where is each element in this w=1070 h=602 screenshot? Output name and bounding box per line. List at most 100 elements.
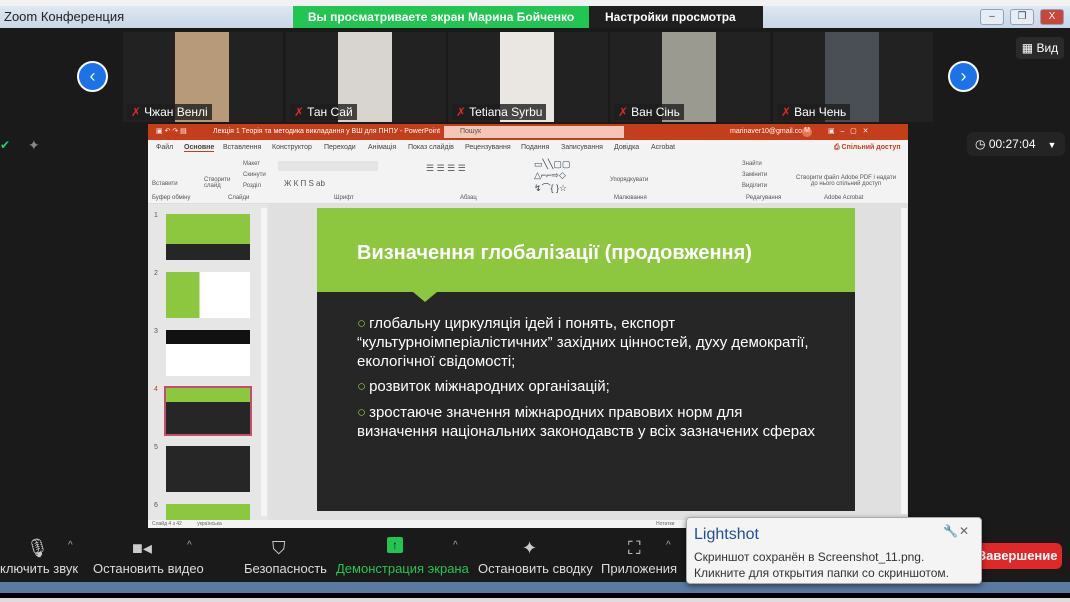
end-meeting-button[interactable]: Завершение <box>972 543 1062 569</box>
font-name-select[interactable] <box>278 161 378 171</box>
tab-slideshow[interactable]: Показ слайдів <box>408 144 454 151</box>
participant-tile[interactable]: ✗ Ван Сінь <box>610 32 770 122</box>
caret-up-icon[interactable]: ^ <box>187 540 192 551</box>
thumb-number: 2 <box>154 270 158 277</box>
paste-button[interactable]: Вставити <box>152 181 178 187</box>
slide-thumbnail[interactable] <box>166 214 250 260</box>
section-button[interactable]: Розділ <box>243 183 261 189</box>
lock-icon: ⎙ <box>834 144 842 151</box>
quick-access-icons[interactable]: ▣ ↶ ↷ ▤ <box>156 127 187 135</box>
window-controls[interactable]: ▣ – ▢ ✕ <box>828 127 869 135</box>
slide-bullet: ○ зростаюче значення міжнародних правових… <box>357 403 817 441</box>
group-adobe: Adobe Acrobat <box>824 195 864 201</box>
shield-icon[interactable]: ⛉ <box>272 538 286 559</box>
tab-insert[interactable]: Вставлення <box>223 144 261 151</box>
avatar[interactable]: M <box>802 127 812 137</box>
apps-button[interactable]: Приложения <box>601 561 677 576</box>
thumbnail-scrollbar[interactable] <box>261 208 267 516</box>
group-drawing: Малювання <box>614 195 647 201</box>
tab-animations[interactable]: Анімація <box>368 144 396 151</box>
minimize-button[interactable]: – <box>980 9 1004 25</box>
tab-review[interactable]: Рецензування <box>465 144 511 151</box>
view-settings-button[interactable]: Настройки просмотра ⌄ <box>589 6 763 46</box>
paragraph-buttons[interactable]: ☰ ☰ ☰ ☰ <box>426 163 466 174</box>
bullet-text: глобальну циркуляція ідей і понять, експ… <box>357 315 809 370</box>
participant-tile[interactable]: ✗ Tetiana Syrbu <box>448 32 608 122</box>
stop-video-button[interactable]: Остановить видео <box>93 561 204 576</box>
app-title: Zoom Конференция <box>4 9 125 24</box>
apps-icon[interactable]: ⛶ <box>628 538 641 559</box>
tab-file[interactable]: Файл <box>156 144 173 151</box>
meeting-timer[interactable]: ◷ 00:27:04 ▼ <box>967 132 1065 156</box>
slide-scrollbar[interactable] <box>901 208 907 514</box>
mic-muted-icon: ✗ <box>618 105 629 119</box>
slide-header: Визначення глобалізації (продовження) <box>317 208 855 292</box>
thumb-number: 4 <box>154 386 158 393</box>
tab-transitions[interactable]: Переходи <box>324 144 356 151</box>
notes-button[interactable]: Нотатки <box>656 520 674 528</box>
participant-tile[interactable]: ✗ Ван Чень <box>773 32 933 122</box>
share-screen-button[interactable]: Демонстрация экрана <box>336 561 469 576</box>
new-slide-button[interactable]: Створити слайд <box>204 177 234 189</box>
close-icon[interactable]: ✕ <box>959 524 969 538</box>
lightshot-notification[interactable]: Lightshot 🔧 ✕ Скриншот сохранён в Screen… <box>686 517 982 584</box>
wrench-icon[interactable]: 🔧 <box>943 524 958 538</box>
close-button[interactable]: X <box>1040 9 1064 25</box>
document-title: Лекція 1 Теорія та методика викладання у… <box>213 128 441 135</box>
participant-name: Ван Сінь <box>631 105 680 119</box>
tab-record[interactable]: Записування <box>561 144 603 151</box>
tab-home[interactable]: Основне <box>184 144 215 152</box>
slide-thumbnail[interactable] <box>166 330 250 376</box>
tab-help[interactable]: Довідка <box>614 144 639 151</box>
font-format-buttons[interactable]: Ж К П S ab <box>284 179 325 188</box>
tab-design[interactable]: Конструктор <box>272 144 312 151</box>
select-button[interactable]: Виділити <box>742 183 767 189</box>
shared-powerpoint-window: ▣ ↶ ↷ ▤ Лекція 1 Теорія та методика викл… <box>148 124 908 528</box>
chevron-right-icon: › <box>960 66 967 86</box>
screen-bottom <box>0 598 1070 602</box>
arrange-button[interactable]: Упорядкувати <box>610 177 648 183</box>
security-button[interactable]: Безопасность <box>244 561 327 576</box>
caret-up-icon[interactable]: ^ <box>666 540 671 551</box>
prev-page-button[interactable]: ‹ <box>77 61 108 92</box>
participant-tile[interactable]: ✗ Чжан Венлі <box>123 32 283 122</box>
reset-button[interactable]: Скинути <box>243 172 266 178</box>
tab-view[interactable]: Подання <box>521 144 549 151</box>
tab-acrobat[interactable]: Acrobat <box>651 144 675 151</box>
participant-tile[interactable]: ✗ Тан Сай <box>286 32 446 122</box>
current-slide: Визначення глобалізації (продовження) ○ г… <box>317 208 855 511</box>
sparkle-icon[interactable]: ✦ <box>28 137 40 154</box>
share-button[interactable]: ⎙ Спільний доступ <box>834 144 901 152</box>
mic-muted-icon: ✗ <box>131 105 142 119</box>
restore-button[interactable]: ❐ <box>1010 9 1034 25</box>
find-button[interactable]: Знайти <box>742 161 762 167</box>
search-placeholder: Пошук <box>460 128 482 135</box>
search-box[interactable]: Пошук <box>444 126 624 138</box>
slide-thumbnail[interactable] <box>166 272 250 318</box>
next-page-button[interactable]: › <box>948 61 979 92</box>
replace-button[interactable]: Замінити <box>742 172 767 178</box>
mic-muted-icon[interactable]: 🎙 <box>26 538 49 559</box>
chevron-left-icon: ‹ <box>89 66 96 86</box>
layout-button[interactable]: Макет <box>243 161 260 167</box>
mic-muted-icon: ✗ <box>294 105 305 119</box>
share-banner: Вы просматриваете экран Марина Бойченко <box>293 6 589 28</box>
toast-message[interactable]: Скриншот сохранён в Screenshot_11.png. К… <box>694 549 978 581</box>
shapes-gallery[interactable]: ▭╲╲▢▢ △⌐⌐⇨◇ ↯⌒{ }☆ <box>534 159 570 194</box>
view-label: Вид <box>1036 41 1059 55</box>
summary-icon[interactable]: ✦ <box>522 538 537 559</box>
caret-down-icon: ▼ <box>1047 140 1057 150</box>
slide-thumbnail-selected[interactable] <box>164 386 252 436</box>
stop-summary-button[interactable]: Остановить сводку <box>478 561 593 576</box>
caret-up-icon[interactable]: ^ <box>68 540 73 551</box>
slide-thumbnail[interactable] <box>166 504 250 520</box>
slide-thumbnail[interactable] <box>166 446 250 492</box>
bullet-icon: ○ <box>357 315 367 332</box>
caret-up-icon[interactable]: ^ <box>453 540 458 551</box>
adobe-pdf-button[interactable]: Створити файл Adobe PDF і надати до ньог… <box>796 175 896 187</box>
view-button[interactable]: ▦ Вид <box>1016 37 1064 59</box>
share-screen-icon[interactable]: ↑ <box>387 537 403 553</box>
slide-bullet: ○ розвиток міжнародних організацій; <box>357 377 817 396</box>
mute-button[interactable]: ключить звук <box>0 561 78 576</box>
video-camera-icon[interactable]: ■◂ <box>132 538 152 559</box>
